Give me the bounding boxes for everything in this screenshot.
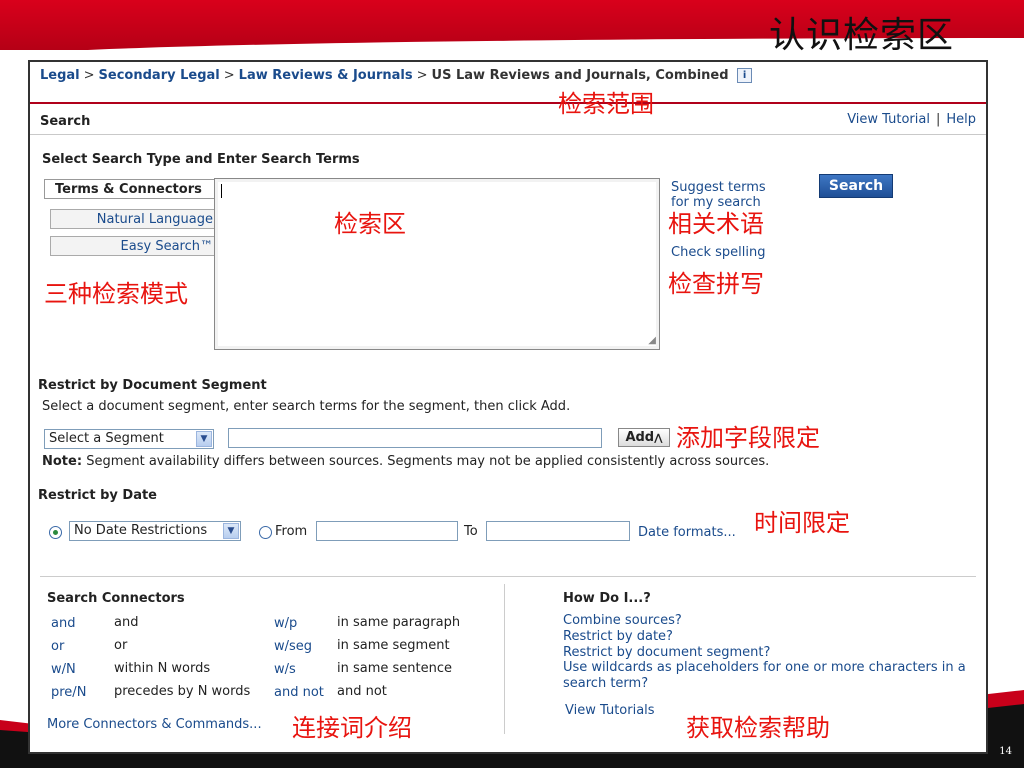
breadcrumb-separator: > — [83, 68, 95, 83]
chevron-down-icon: ▼ — [223, 523, 239, 539]
connector-code[interactable]: or — [51, 639, 64, 654]
mode-easy-search[interactable]: Easy Search™ — [50, 236, 220, 256]
text-caret — [221, 184, 222, 198]
check-spelling-link[interactable]: Check spelling — [671, 245, 765, 260]
chevron-up-icon: ⋀ — [654, 433, 663, 444]
search-section-title: Select Search Type and Enter Search Term… — [42, 152, 360, 167]
connectors-title: Search Connectors — [47, 591, 185, 606]
connector-desc: and not — [337, 684, 387, 699]
breadcrumb-separator: > — [223, 68, 235, 83]
connector-code[interactable]: w/s — [274, 662, 296, 677]
link-divider: | — [935, 112, 941, 127]
column-divider — [504, 584, 505, 734]
date-restriction-select[interactable]: No Date Restrictions ▼ — [69, 521, 241, 541]
section-divider — [40, 576, 976, 577]
search-button[interactable]: Search — [819, 174, 893, 198]
add-button-label: Add — [625, 430, 655, 445]
howdo-wildcards-link[interactable]: Use wildcards as placeholders for one or… — [563, 660, 983, 691]
annotation-search-area: 检索区 — [334, 210, 406, 238]
connector-desc: in same paragraph — [337, 615, 461, 630]
annotation-check-spelling: 检查拼写 — [668, 270, 764, 298]
howdo-title: How Do I...? — [563, 591, 651, 606]
annotation-related-terms: 相关术语 — [668, 210, 764, 238]
annotation-scope: 检索范围 — [558, 90, 654, 118]
from-date-input[interactable] — [316, 521, 458, 541]
no-date-radio[interactable] — [49, 526, 62, 539]
connector-code[interactable]: pre/N — [51, 685, 86, 700]
connector-desc: in same segment — [337, 638, 450, 653]
howdo-combine-sources-link[interactable]: Combine sources? — [563, 613, 983, 629]
breadcrumb-current: US Law Reviews and Journals, Combined — [431, 68, 729, 83]
search-terms-textarea[interactable]: ◢ — [214, 178, 660, 350]
connector-code[interactable]: w/seg — [274, 639, 312, 654]
annotation-get-help: 获取检索帮助 — [686, 714, 830, 742]
annotation-date-limit: 时间限定 — [754, 509, 850, 537]
header-links: View Tutorial | Help — [847, 112, 976, 127]
page-number: 14 — [999, 746, 1012, 757]
segment-note: Note: Segment availability differs betwe… — [42, 454, 769, 469]
segment-terms-input[interactable] — [228, 428, 602, 448]
search-header-title: Search — [40, 114, 91, 129]
lexis-search-screen: Legal > Secondary Legal > Law Reviews & Jour… — [28, 60, 988, 754]
note-label: Note: — [42, 454, 83, 469]
connector-code[interactable]: and not — [274, 685, 324, 700]
view-tutorial-link[interactable]: View Tutorial — [847, 112, 930, 127]
help-link[interactable]: Help — [946, 112, 976, 127]
to-label: To — [464, 524, 478, 539]
howdo-restrict-segment-link[interactable]: Restrict by document segment? — [563, 645, 983, 661]
connector-code[interactable]: and — [51, 616, 75, 631]
slide-title: 认识检索区 — [768, 15, 954, 56]
mode-natural-language[interactable]: Natural Language — [50, 209, 220, 229]
connector-code[interactable]: w/p — [274, 616, 297, 631]
segment-select-value: Select a Segment — [49, 431, 164, 446]
note-text: Segment availability differs between sou… — [86, 454, 770, 469]
segment-select[interactable]: Select a Segment ▼ — [44, 429, 214, 449]
breadcrumb-separator: > — [416, 68, 428, 83]
breadcrumb: Legal > Secondary Legal > Law Reviews & Jour… — [40, 68, 753, 83]
chevron-down-icon: ▼ — [196, 431, 212, 447]
to-date-input[interactable] — [486, 521, 630, 541]
date-select-value: No Date Restrictions — [74, 523, 208, 538]
howdo-restrict-date-link[interactable]: Restrict by date? — [563, 629, 983, 645]
mode-terms-connectors[interactable]: Terms & Connectors — [44, 179, 214, 199]
connector-desc: precedes by N words — [114, 684, 251, 699]
more-connectors-link[interactable]: More Connectors & Commands... — [47, 717, 262, 732]
resize-handle-icon[interactable]: ◢ — [648, 335, 656, 346]
connector-desc: within N words — [114, 661, 211, 676]
annotation-connectors: 连接词介绍 — [292, 714, 412, 742]
annotation-add-segment: 添加字段限定 — [676, 424, 820, 452]
info-icon[interactable]: i — [737, 68, 753, 83]
connector-desc: in same sentence — [337, 661, 453, 676]
search-header: Search View Tutorial | Help — [30, 104, 986, 135]
date-section-title: Restrict by Date — [38, 488, 157, 503]
segment-instruction: Select a document segment, enter search … — [42, 399, 571, 414]
breadcrumb-legal[interactable]: Legal — [40, 68, 80, 83]
add-segment-button[interactable]: Add⋀ — [618, 428, 670, 447]
breadcrumb-law-reviews[interactable]: Law Reviews & Journals — [239, 68, 413, 83]
from-date-radio[interactable] — [259, 526, 272, 539]
suggest-terms-line1: Suggest terms — [671, 180, 766, 195]
date-formats-link[interactable]: Date formats... — [638, 525, 736, 540]
from-label: From — [275, 524, 308, 539]
connector-desc: and — [114, 615, 139, 630]
breadcrumb-secondary-legal[interactable]: Secondary Legal — [99, 68, 220, 83]
annotation-three-modes: 三种检索模式 — [44, 280, 188, 308]
connector-code[interactable]: w/N — [51, 662, 76, 677]
connector-desc: or — [114, 638, 128, 653]
segment-section-title: Restrict by Document Segment — [38, 378, 267, 393]
